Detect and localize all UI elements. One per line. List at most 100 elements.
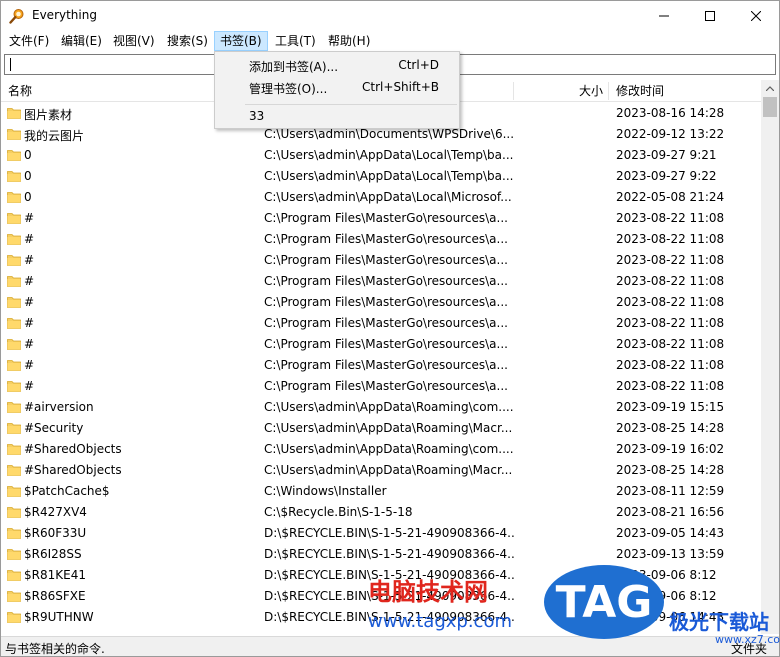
table-row[interactable]: #airversion C:\Users\admin\AppData\Roamin… — [1, 397, 761, 418]
folder-icon — [7, 150, 21, 161]
table-row[interactable]: # C:\Program Files\MasterGo\resources\a..… — [1, 292, 761, 313]
row-date: 2023-08-22 11:08 — [616, 274, 725, 288]
menu-file[interactable]: 文件(F) — [4, 31, 54, 51]
tag-logo-icon: TAG — [544, 565, 664, 639]
table-row[interactable]: # C:\Program Files\MasterGo\resources\a..… — [1, 208, 761, 229]
menu-tools[interactable]: 工具(T) — [270, 31, 321, 51]
row-name: $R86SFXE — [24, 589, 86, 603]
folder-icon — [7, 192, 21, 203]
table-row[interactable]: $R6I28SS D:\$RECYCLE.BIN\S-1-5-21-4909083… — [1, 544, 761, 565]
column-divider[interactable] — [608, 82, 609, 100]
column-name[interactable]: 名称 — [8, 80, 32, 102]
row-path: D:\$RECYCLE.BIN\S-1-5-21-490908366-4... — [264, 547, 514, 561]
menu-edit[interactable]: 编辑(E) — [56, 31, 107, 51]
results-list: 图片素材 2023-08-16 14:28 我的云图片 C:\Users\admin\… — [1, 103, 761, 634]
row-name: # — [24, 379, 35, 393]
folder-icon — [7, 297, 21, 308]
folder-icon — [7, 591, 21, 602]
row-name: # — [24, 211, 35, 225]
row-name: $R60F33U — [24, 526, 87, 540]
folder-icon — [7, 360, 21, 371]
row-date: 2023-08-16 14:28 — [616, 106, 725, 120]
manage-bookmarks-item[interactable]: 管理书签(O)... Ctrl+Shift+B — [216, 76, 458, 98]
folder-icon — [7, 486, 21, 497]
scroll-thumb[interactable] — [763, 97, 777, 117]
row-date: 2023-09-27 9:21 — [616, 148, 717, 162]
menu-help[interactable]: 帮助(H) — [323, 31, 375, 51]
close-button[interactable] — [733, 1, 779, 31]
window-title: Everything — [32, 8, 97, 22]
menu-view[interactable]: 视图(V) — [108, 31, 160, 51]
row-date: 2023-08-22 11:08 — [616, 316, 725, 330]
close-icon — [751, 11, 761, 21]
row-path: C:\Program Files\MasterGo\resources\a... — [264, 316, 508, 330]
row-name: $PatchCache$ — [24, 484, 110, 498]
table-row[interactable]: #Security C:\Users\admin\AppData\Roaming\… — [1, 418, 761, 439]
row-date: 2023-08-21 16:56 — [616, 505, 725, 519]
table-row[interactable]: $R60F33U D:\$RECYCLE.BIN\S-1-5-21-4909083… — [1, 523, 761, 544]
menu-search[interactable]: 搜索(S) — [162, 31, 213, 51]
minimize-button[interactable] — [641, 1, 687, 31]
row-path: C:\Program Files\MasterGo\resources\a... — [264, 379, 508, 393]
row-name: 0 — [24, 190, 32, 204]
maximize-button[interactable] — [687, 1, 733, 31]
manage-bookmarks-label: 管理书签(O)... — [249, 82, 328, 96]
add-bookmark-item[interactable]: 添加到书签(A)... Ctrl+D — [216, 54, 458, 76]
watermark-right-url: www.xz7.com — [715, 633, 780, 646]
table-row[interactable]: 0 C:\Users\admin\AppData\Local\Temp\ba...… — [1, 166, 761, 187]
table-row[interactable]: #SharedObjects C:\Users\admin\AppData\Roa… — [1, 460, 761, 481]
watermark-logo-text: TAG — [556, 577, 653, 628]
scroll-up-button[interactable] — [761, 80, 779, 97]
row-name: # — [24, 358, 35, 372]
row-date: 2023-08-11 12:59 — [616, 484, 725, 498]
table-row[interactable]: $R427XV4 C:\$Recycle.Bin\S-1-5-18 2023-08-… — [1, 502, 761, 523]
table-row[interactable]: $PatchCache$ C:\Windows\Installer 2023-08-… — [1, 481, 761, 502]
vertical-scrollbar[interactable] — [761, 80, 779, 634]
table-row[interactable]: # C:\Program Files\MasterGo\resources\a..… — [1, 250, 761, 271]
folder-icon — [7, 507, 21, 518]
row-name: # — [24, 274, 35, 288]
add-bookmark-label: 添加到书签(A)... — [249, 60, 339, 74]
folder-icon — [7, 234, 21, 245]
row-date: 2023-08-22 11:08 — [616, 253, 725, 267]
table-row[interactable]: # C:\Program Files\MasterGo\resources\a..… — [1, 313, 761, 334]
row-date: 2022-09-12 13:22 — [616, 127, 725, 141]
column-modified[interactable]: 修改时间 — [616, 80, 664, 102]
column-size[interactable]: 大小 — [579, 80, 603, 102]
table-row[interactable]: 0 C:\Users\admin\AppData\Local\Temp\ba...… — [1, 145, 761, 166]
row-name: #SharedObjects — [24, 442, 122, 456]
row-path: C:\$Recycle.Bin\S-1-5-18 — [264, 505, 413, 519]
table-row[interactable]: # C:\Program Files\MasterGo\resources\a..… — [1, 229, 761, 250]
folder-icon — [7, 339, 21, 350]
folder-icon — [7, 318, 21, 329]
table-row[interactable]: # C:\Program Files\MasterGo\resources\a..… — [1, 355, 761, 376]
row-path: C:\Program Files\MasterGo\resources\a... — [264, 295, 508, 309]
watermark-right: 极光下载站 — [669, 610, 769, 634]
folder-icon — [7, 465, 21, 476]
table-row[interactable]: # C:\Program Files\MasterGo\resources\a..… — [1, 376, 761, 397]
chevron-up-icon — [766, 86, 774, 91]
bookmark-entry[interactable]: 33 — [216, 105, 458, 127]
table-row[interactable]: 0 C:\Users\admin\AppData\Local\Microsof..… — [1, 187, 761, 208]
column-divider[interactable] — [513, 82, 514, 100]
row-date: 2022-05-08 21:24 — [616, 190, 725, 204]
row-path: C:\Users\admin\AppData\Roaming\com.... — [264, 400, 514, 414]
table-row[interactable]: # C:\Program Files\MasterGo\resources\a..… — [1, 334, 761, 355]
row-path: C:\Users\admin\AppData\Roaming\Macr... — [264, 463, 513, 477]
folder-icon — [7, 171, 21, 182]
row-path: C:\Program Files\MasterGo\resources\a... — [264, 211, 508, 225]
title-bar[interactable]: Everything — [1, 1, 779, 31]
bookmark-entry-label: 33 — [249, 109, 265, 123]
table-row[interactable]: # C:\Program Files\MasterGo\resources\a..… — [1, 271, 761, 292]
menu-bookmarks[interactable]: 书签(B) — [214, 31, 268, 51]
table-row[interactable]: #SharedObjects C:\Users\admin\AppData\Roa… — [1, 439, 761, 460]
row-date: 2023-08-22 11:08 — [616, 211, 725, 225]
minimize-icon — [659, 15, 669, 17]
folder-icon — [7, 276, 21, 287]
folder-icon — [7, 423, 21, 434]
manage-bookmarks-shortcut: Ctrl+Shift+B — [362, 80, 439, 94]
row-name: # — [24, 253, 35, 267]
row-name: # — [24, 295, 35, 309]
row-name: $R427XV4 — [24, 505, 87, 519]
folder-icon — [7, 213, 21, 224]
